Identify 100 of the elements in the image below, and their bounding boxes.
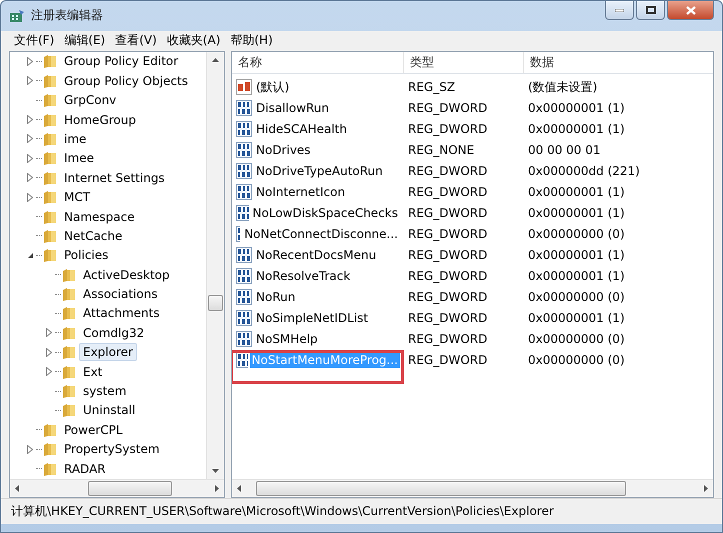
tree-item[interactable]: Ext <box>79 362 106 381</box>
binary-value-icon <box>236 226 240 242</box>
folder-icon <box>43 247 57 264</box>
binary-value-icon <box>236 184 252 200</box>
scroll-left-icon[interactable] <box>15 485 19 492</box>
binary-value-icon <box>236 352 248 368</box>
value-name[interactable]: (默认) <box>254 78 292 97</box>
value-name[interactable]: NoSimpleNetIDList <box>254 310 370 326</box>
value-data: 0x00000001 (1) <box>527 206 626 220</box>
tree-item[interactable]: ActiveDesktop <box>79 266 174 284</box>
tree-item[interactable]: Group Policy Objects <box>60 72 192 90</box>
value-name[interactable]: NoRun <box>254 289 298 306</box>
tree-item[interactable]: PropertySystem <box>60 440 164 458</box>
status-bar: 计算机\HKEY_CURRENT_USER\Software\Microsoft\Windows\CurrentVersion\Policies\Explorer <box>1 498 722 524</box>
scroll-thumb[interactable] <box>88 481 172 496</box>
scroll-right-icon[interactable] <box>215 485 219 492</box>
maximize-icon <box>646 6 656 14</box>
value-name[interactable]: NoNetConnectDisconne... <box>242 226 400 242</box>
value-name[interactable]: NoDrives <box>254 142 313 158</box>
tree-item[interactable]: Comdlg32 <box>79 324 148 342</box>
expand-arrow-icon[interactable] <box>46 348 52 357</box>
folder-icon <box>43 150 57 166</box>
folder-icon <box>43 130 57 147</box>
tree-item[interactable]: PowerCPL <box>60 420 127 439</box>
folder-icon <box>43 422 57 438</box>
expand-arrow-icon[interactable] <box>27 444 33 454</box>
value-name[interactable]: NoLowDiskSpaceChecks <box>250 205 400 222</box>
scroll-thumb[interactable] <box>208 294 223 311</box>
tree-item[interactable]: Uninstall <box>79 401 140 420</box>
binary-value-icon <box>236 310 252 326</box>
binary-value-icon <box>236 121 252 138</box>
scroll-right-icon[interactable] <box>704 485 708 492</box>
value-name[interactable]: NoSMHelp <box>254 331 320 348</box>
value-data: 0x00000001 (1) <box>527 311 626 326</box>
expand-arrow-icon[interactable] <box>27 192 33 202</box>
value-name[interactable]: HideSCAHealth <box>254 121 349 138</box>
tree-item[interactable]: Associations <box>79 285 162 304</box>
tree-item[interactable]: Imee <box>60 149 98 168</box>
column-header[interactable]: 名称 <box>232 52 404 73</box>
value-type: REG_DWORD <box>407 248 488 262</box>
close-icon <box>686 6 696 14</box>
expand-arrow-icon[interactable] <box>27 154 33 163</box>
tree-item[interactable]: GrpConv <box>60 91 120 110</box>
folder-icon <box>43 170 57 186</box>
value-type: REG_NONE <box>407 143 476 158</box>
value-type: REG_DWORD <box>407 269 488 284</box>
scroll-down-icon[interactable] <box>212 469 219 474</box>
tree-item[interactable]: Attachments <box>79 304 164 322</box>
expand-arrow-icon[interactable] <box>46 367 52 376</box>
folder-icon <box>43 53 57 70</box>
expand-arrow-icon[interactable] <box>27 76 33 86</box>
value-type: REG_DWORD <box>407 353 488 368</box>
tree-item[interactable]: MCT <box>60 188 94 206</box>
binary-value-icon <box>236 100 252 116</box>
tree-item[interactable]: Internet Settings <box>60 168 169 187</box>
value-data: 0x00000001 (1) <box>527 185 626 200</box>
value-name[interactable]: NoRecentDocsMenu <box>254 247 378 264</box>
menu-item[interactable]: 文件(F) <box>9 32 60 50</box>
scroll-thumb[interactable] <box>256 481 626 496</box>
column-header[interactable]: 数据 <box>524 52 713 73</box>
menu-item[interactable]: 查看(V) <box>110 32 162 50</box>
expand-arrow-icon[interactable] <box>27 173 33 182</box>
folder-icon <box>62 324 76 341</box>
minimize-button[interactable] <box>605 1 634 20</box>
expand-arrow-icon[interactable] <box>46 328 52 338</box>
value-name[interactable]: NoInternetIcon <box>254 184 348 200</box>
expand-arrow-icon[interactable] <box>27 115 33 124</box>
value-type: REG_DWORD <box>407 122 488 136</box>
expanded-arrow-icon[interactable] <box>26 252 34 259</box>
tree-item[interactable]: ime <box>60 130 90 148</box>
menu-item[interactable]: 收藏夹(A) <box>162 32 226 50</box>
scroll-up-icon[interactable] <box>212 58 219 62</box>
value-data: 00 00 00 01 <box>527 143 602 158</box>
expand-arrow-icon[interactable] <box>27 134 33 144</box>
tree-item[interactable]: Group Policy Editor <box>60 52 182 70</box>
binary-value-icon <box>236 247 252 264</box>
value-name[interactable]: NoDriveTypeAutoRun <box>254 163 385 180</box>
menu-item[interactable]: 编辑(E) <box>59 32 110 50</box>
value-name[interactable]: DisallowRun <box>254 100 332 116</box>
tree-item[interactable]: Namespace <box>60 208 139 226</box>
value-name[interactable]: NoResolveTrack <box>254 268 352 284</box>
string-value-icon <box>236 79 252 96</box>
tree-item[interactable]: Policies <box>60 246 112 264</box>
tree-item[interactable]: RADAR <box>60 460 110 478</box>
maximize-button[interactable] <box>636 1 665 20</box>
column-header[interactable]: 类型 <box>404 52 524 73</box>
window-title: 注册表编辑器 <box>31 7 104 24</box>
tree-item[interactable]: system <box>79 382 130 400</box>
tree-item[interactable]: HomeGroup <box>60 110 140 129</box>
tree-item[interactable]: Explorer <box>79 343 137 362</box>
close-button[interactable] <box>667 1 714 20</box>
expand-arrow-icon[interactable] <box>27 56 33 66</box>
value-data: 0x00000001 (1) <box>527 269 626 284</box>
folder-icon <box>62 286 76 302</box>
tree-item[interactable]: NetCache <box>60 226 126 245</box>
menu-item[interactable]: 帮助(H) <box>225 32 278 50</box>
binary-value-icon <box>236 331 252 348</box>
folder-icon <box>62 266 76 283</box>
scroll-left-icon[interactable] <box>237 485 241 492</box>
folder-icon <box>62 344 76 360</box>
